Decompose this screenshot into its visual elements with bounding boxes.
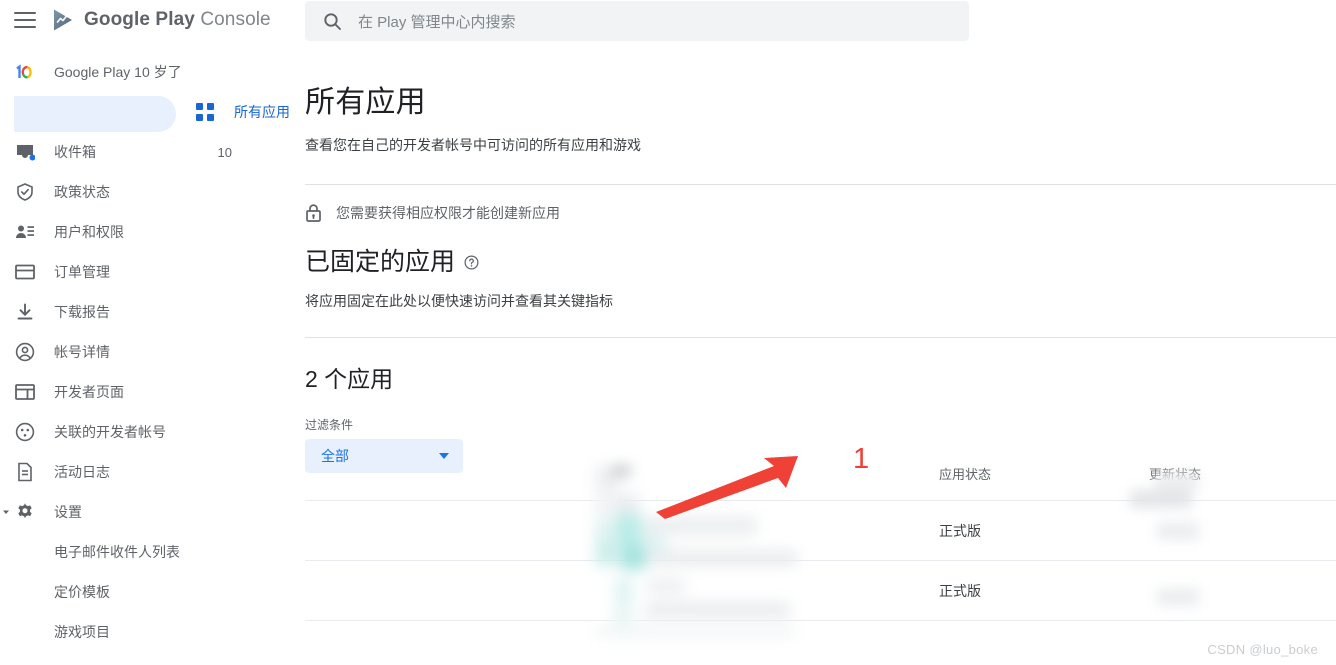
- sidebar-nav: Google Play 10 岁了 所有应用 收件箱 10 政策状态 用户和权限…: [0, 52, 290, 652]
- google-play-console-window: Google Play Console Google Play 10 岁了 所有…: [0, 0, 1336, 665]
- sidebar-item-label: 帐号详情: [54, 344, 110, 360]
- sidebar-item-label: 关联的开发者帐号: [54, 424, 166, 440]
- linked-accounts-icon: [14, 421, 36, 443]
- sidebar-subitem-label: 电子邮件收件人列表: [54, 544, 180, 560]
- sidebar-item-account-details[interactable]: 帐号详情: [0, 332, 290, 372]
- page-title: 所有应用: [305, 86, 426, 119]
- watermark: CSDN @luo_boke: [1207, 642, 1318, 657]
- sidebar-item-download-reports[interactable]: 下载报告: [0, 292, 290, 332]
- brand-title-bold: Google Play: [84, 9, 195, 30]
- apps-table: 应用状态 更新状态 正式版 正式版: [305, 464, 1336, 621]
- permission-notice: 您需要获得相应权限才能创建新应用: [305, 203, 1336, 223]
- brand-logo-group[interactable]: Google Play Console: [50, 7, 271, 33]
- grid-apps-icon: [194, 101, 216, 123]
- search-icon: [323, 12, 342, 31]
- table-header-app-status: 应用状态: [939, 467, 992, 482]
- download-icon: [14, 301, 36, 323]
- sidebar-item-play10[interactable]: Google Play 10 岁了: [0, 52, 290, 92]
- sidebar-subitem-game-projects[interactable]: 游戏项目: [0, 612, 290, 652]
- permission-notice-text: 您需要获得相应权限才能创建新应用: [336, 205, 560, 221]
- sidebar: Google Play Console Google Play 10 岁了 所有…: [0, 0, 290, 665]
- table-footer-divider: [305, 620, 1336, 621]
- table-header-row: 应用状态 更新状态: [305, 464, 1336, 500]
- help-circle-icon[interactable]: [464, 255, 479, 270]
- google-play-10th-anniversary-icon: [14, 61, 36, 83]
- pinned-apps-title-text: 已固定的应用: [305, 248, 456, 276]
- lock-icon: [305, 203, 322, 223]
- sidebar-item-label: 用户和权限: [54, 224, 124, 240]
- hamburger-menu-icon[interactable]: [14, 12, 36, 28]
- developer-page-icon: [14, 381, 36, 403]
- sidebar-subitem-pricing-templates[interactable]: 定价模板: [0, 572, 290, 612]
- search-placeholder: 在 Play 管理中心内搜索: [358, 13, 516, 31]
- sidebar-subitem-label: 游戏项目: [54, 624, 110, 640]
- sidebar-item-label: 设置: [54, 504, 82, 520]
- sidebar-item-label: 所有应用: [234, 104, 290, 120]
- sidebar-item-label: 开发者页面: [54, 384, 124, 400]
- gear-icon: [14, 501, 36, 523]
- cell-app-status: 正式版: [939, 582, 981, 599]
- sidebar-item-label: 活动日志: [54, 464, 110, 480]
- sidebar-item-linked-accounts[interactable]: 关联的开发者帐号: [0, 412, 290, 452]
- document-log-icon: [14, 461, 36, 483]
- cell-app-status: 正式版: [939, 522, 981, 539]
- sidebar-item-order-management[interactable]: 订单管理: [0, 252, 290, 292]
- inbox-badge-count: 10: [217, 144, 232, 160]
- shield-check-icon: [14, 181, 36, 203]
- credit-card-icon: [14, 261, 36, 283]
- google-play-console-logo: [54, 9, 72, 31]
- divider-2: [305, 337, 1336, 338]
- sidebar-item-developer-page[interactable]: 开发者页面: [0, 372, 290, 412]
- pinned-apps-subtitle: 将应用固定在此处以便快速访问并查看其关键指标: [305, 293, 613, 309]
- user-permissions-icon: [14, 221, 36, 243]
- divider: [305, 184, 1336, 185]
- sidebar-active-highlight: [14, 96, 176, 132]
- brand-title-light: Console: [200, 9, 271, 30]
- sidebar-item-label: 订单管理: [54, 264, 110, 280]
- page-subtitle: 查看您在自己的开发者帐号中可访问的所有应用和游戏: [305, 137, 641, 153]
- apps-count-title: 2 个应用: [305, 366, 394, 392]
- filter-label: 过滤条件: [305, 418, 354, 432]
- table-row[interactable]: 正式版: [305, 560, 1336, 620]
- filter-value: 全部: [321, 448, 349, 464]
- sidebar-item-label: 收件箱: [54, 144, 96, 160]
- account-circle-icon: [14, 341, 36, 363]
- brand-bar: Google Play Console: [0, 0, 290, 40]
- search-input[interactable]: 在 Play 管理中心内搜索: [305, 1, 969, 41]
- table-row[interactable]: 正式版: [305, 500, 1336, 560]
- sidebar-subitem-label: 定价模板: [54, 584, 110, 600]
- sidebar-subitem-email-recipients[interactable]: 电子邮件收件人列表: [0, 532, 290, 572]
- sidebar-item-users-permissions[interactable]: 用户和权限: [0, 212, 290, 252]
- sidebar-item-all-apps[interactable]: 所有应用: [0, 92, 290, 132]
- sidebar-item-label: 政策状态: [54, 184, 110, 200]
- inbox-icon: [14, 141, 36, 163]
- sidebar-item-policy-status[interactable]: 政策状态: [0, 172, 290, 212]
- main-content: 在 Play 管理中心内搜索 所有应用 查看您在自己的开发者帐号中可访问的所有应…: [290, 0, 1336, 665]
- chevron-down-icon: [439, 453, 449, 459]
- brand-title: Google Play Console: [84, 9, 271, 31]
- pinned-apps-title: 已固定的应用: [305, 242, 1336, 278]
- sidebar-item-activity-log[interactable]: 活动日志: [0, 452, 290, 492]
- sidebar-item-settings[interactable]: 设置: [0, 492, 290, 532]
- sidebar-item-label: 下载报告: [54, 304, 110, 320]
- sidebar-item-label: Google Play 10 岁了: [54, 64, 182, 80]
- table-header-update-status: 更新状态: [1149, 467, 1202, 482]
- sidebar-item-inbox[interactable]: 收件箱 10: [0, 132, 290, 172]
- chevron-down-icon[interactable]: [0, 506, 12, 518]
